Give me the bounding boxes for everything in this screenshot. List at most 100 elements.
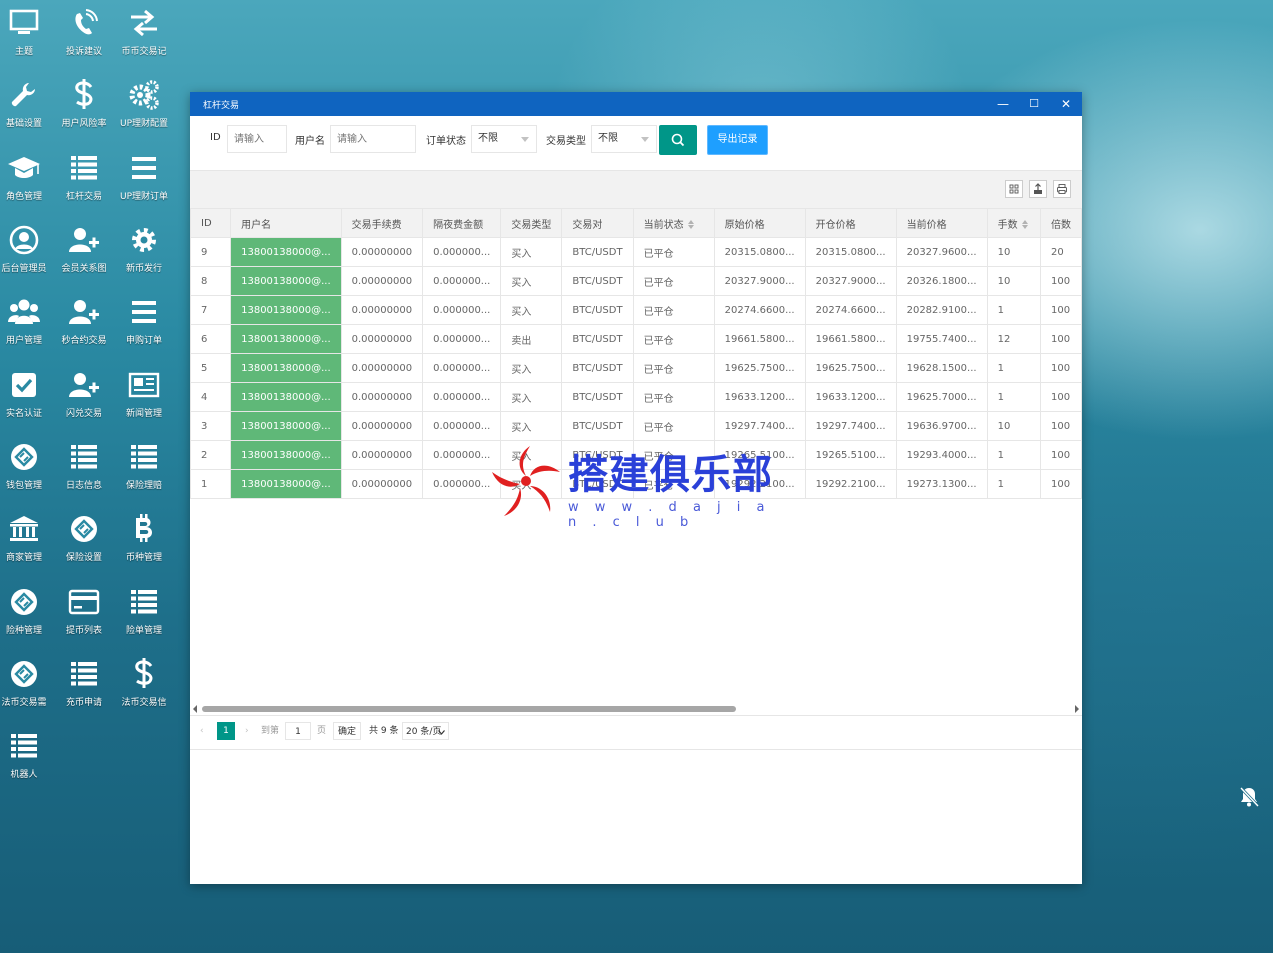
- column-header-id[interactable]: ID: [190, 208, 232, 238]
- id-input[interactable]: [227, 125, 287, 153]
- table-row[interactable]: 6 13800138000@... 0.00000000 0.000000... 卖出 B…: [190, 324, 1082, 354]
- window-title: 杠杆交易: [203, 101, 240, 111]
- search-button[interactable]: [659, 125, 697, 155]
- columns-filter-button[interactable]: [1005, 180, 1023, 198]
- cell-multiple: 100: [1039, 324, 1082, 354]
- cell-current-price: 20326.1800...: [895, 266, 988, 296]
- cell-pair: BTC/USDT: [561, 237, 634, 267]
- print-button[interactable]: [1053, 180, 1071, 198]
- desktop-app-29[interactable]: 充币申请: [54, 654, 114, 720]
- notification-muted-icon[interactable]: [1238, 785, 1260, 812]
- scroll-right-icon[interactable]: [1075, 705, 1079, 713]
- desktop-app-3[interactable]: 币币交易记: [114, 3, 174, 69]
- goto-confirm-button[interactable]: 确定: [333, 722, 361, 740]
- column-header-trade-type[interactable]: 交易类型: [500, 208, 563, 238]
- column-header-open-price[interactable]: 开仓价格: [804, 208, 897, 238]
- desktop-app-22[interactable]: 商家管理: [0, 509, 54, 575]
- desktop-app-30[interactable]: 法币交易信: [114, 654, 174, 720]
- desktop-app-31[interactable]: 机器人: [0, 726, 54, 792]
- goto-page-input[interactable]: 1: [285, 722, 311, 740]
- export-table-button[interactable]: [1029, 180, 1047, 198]
- minimize-button[interactable]: —: [991, 94, 1015, 114]
- scrollbar-thumb[interactable]: [202, 706, 736, 712]
- cell-username: 13800138000@...: [230, 324, 342, 354]
- table-row[interactable]: 9 13800138000@... 0.00000000 0.000000... 买入 B…: [190, 237, 1082, 267]
- desktop-app-2[interactable]: 投诉建议: [54, 3, 114, 69]
- desktop-app-17[interactable]: 闪兑交易: [54, 365, 114, 431]
- table-row[interactable]: 2 13800138000@... 0.00000000 0.000000... 买入 B…: [190, 440, 1082, 470]
- desktop-app-label: 提币列表: [65, 626, 102, 636]
- table-row[interactable]: 4 13800138000@... 0.00000000 0.000000... 买入 B…: [190, 382, 1082, 412]
- window-titlebar[interactable]: 杠杆交易 — ☐ ✕: [190, 92, 1082, 116]
- cell-current-price: 19755.7400...: [895, 324, 988, 354]
- username-input[interactable]: [330, 125, 416, 153]
- cell-trade-type: 买入: [500, 353, 563, 383]
- desktop-app-1[interactable]: 主题: [0, 3, 54, 69]
- desktop-app-8[interactable]: 杠杆交易: [54, 148, 114, 214]
- desktop-app-20[interactable]: 日志信息: [54, 437, 114, 503]
- desktop-app-9[interactable]: UP理财订单: [114, 148, 174, 214]
- column-header-overnight-fee[interactable]: 隔夜费金额: [422, 208, 502, 238]
- desktop-app-24[interactable]: 币种管理: [114, 509, 174, 575]
- desktop-app-16[interactable]: 实名认证: [0, 365, 54, 431]
- scroll-left-icon[interactable]: [193, 705, 197, 713]
- cell-id: 4: [190, 382, 232, 412]
- desktop-app-21[interactable]: 保险理赔: [114, 437, 174, 503]
- column-header-status[interactable]: 当前状态: [632, 208, 715, 238]
- maximize-button[interactable]: ☐: [1022, 94, 1046, 114]
- cell-id: 5: [190, 353, 232, 383]
- horizontal-scrollbar[interactable]: [190, 703, 1082, 715]
- desktop-app-6[interactable]: UP理财配置: [114, 75, 174, 141]
- desktop-app-7[interactable]: 角色管理: [0, 148, 54, 214]
- desktop-app-19[interactable]: 钱包管理: [0, 437, 54, 503]
- desktop-app-25[interactable]: 险种管理: [0, 582, 54, 648]
- table-row[interactable]: 1 13800138000@... 0.00000000 0.000000... 买入 B…: [190, 469, 1082, 499]
- list-icon: [114, 582, 174, 622]
- desktop-app-15[interactable]: 申购订单: [114, 292, 174, 358]
- table-row[interactable]: 5 13800138000@... 0.00000000 0.000000... 买入 B…: [190, 353, 1082, 383]
- cell-overnight-fee: 0.000000...: [422, 411, 502, 441]
- column-header-multiple[interactable]: 倍数: [1039, 208, 1082, 238]
- prev-page-button[interactable]: ‹: [200, 722, 204, 740]
- current-page-button[interactable]: 1: [217, 722, 235, 740]
- sort-icon[interactable]: [687, 220, 694, 229]
- desktop-app-13[interactable]: 用户管理: [0, 292, 54, 358]
- close-button[interactable]: ✕: [1054, 94, 1078, 114]
- column-header-current-price[interactable]: 当前价格: [895, 208, 988, 238]
- desktop-app-26[interactable]: 提币列表: [54, 582, 114, 648]
- desktop-app-27[interactable]: 险单管理: [114, 582, 174, 648]
- cell-overnight-fee: 0.000000...: [422, 324, 502, 354]
- desktop-app-18[interactable]: 新闻管理: [114, 365, 174, 431]
- cell-pair: BTC/USDT: [561, 295, 634, 325]
- filter-bar: ID 用户名 订单状态 不限 交易类型 不限 导出记录: [190, 116, 1082, 162]
- desktop-app-12[interactable]: 新币发行: [114, 220, 174, 286]
- desktop-app-5[interactable]: 用户风险率: [54, 75, 114, 141]
- column-header-lots[interactable]: 手数: [986, 208, 1041, 238]
- desktop-app-11[interactable]: 会员关系图: [54, 220, 114, 286]
- leverage-trade-table: ID 用户名 交易手续费 隔夜费金额 交易类型 交易对 当前状态 原始价格 开仓…: [190, 208, 1082, 499]
- order-status-select[interactable]: 不限: [471, 125, 537, 153]
- desktop-app-4[interactable]: 基础设置: [0, 75, 54, 141]
- desktop-app-23[interactable]: 保险设置: [54, 509, 114, 575]
- cell-trade-type: 买入: [500, 266, 563, 296]
- page-size-select[interactable]: 20 条/页: [402, 722, 449, 740]
- table-row[interactable]: 7 13800138000@... 0.00000000 0.000000... 买入 B…: [190, 295, 1082, 325]
- sort-icon[interactable]: [1021, 220, 1028, 229]
- cell-id: 7: [190, 295, 232, 325]
- column-header-pair[interactable]: 交易对: [561, 208, 634, 238]
- dollar-icon: [54, 75, 114, 115]
- desktop-app-28[interactable]: 法币交易需: [0, 654, 54, 720]
- column-header-username[interactable]: 用户名: [230, 208, 342, 238]
- column-header-original-price[interactable]: 原始价格: [713, 208, 806, 238]
- table-row[interactable]: 3 13800138000@... 0.00000000 0.000000... 买入 B…: [190, 411, 1082, 441]
- table-row[interactable]: 8 13800138000@... 0.00000000 0.000000... 买入 B…: [190, 266, 1082, 296]
- desktop-app-14[interactable]: 秒合约交易: [54, 292, 114, 358]
- export-button[interactable]: 导出记录: [707, 125, 768, 155]
- trade-type-select[interactable]: 不限: [591, 125, 657, 153]
- next-page-button[interactable]: ›: [245, 722, 249, 740]
- cell-open-price: 20274.6600...: [804, 295, 897, 325]
- column-header-fee[interactable]: 交易手续费: [340, 208, 424, 238]
- desktop-app-label: 投诉建议: [65, 47, 102, 57]
- bank-icon: [0, 509, 54, 549]
- desktop-app-10[interactable]: 后台管理员: [0, 220, 54, 286]
